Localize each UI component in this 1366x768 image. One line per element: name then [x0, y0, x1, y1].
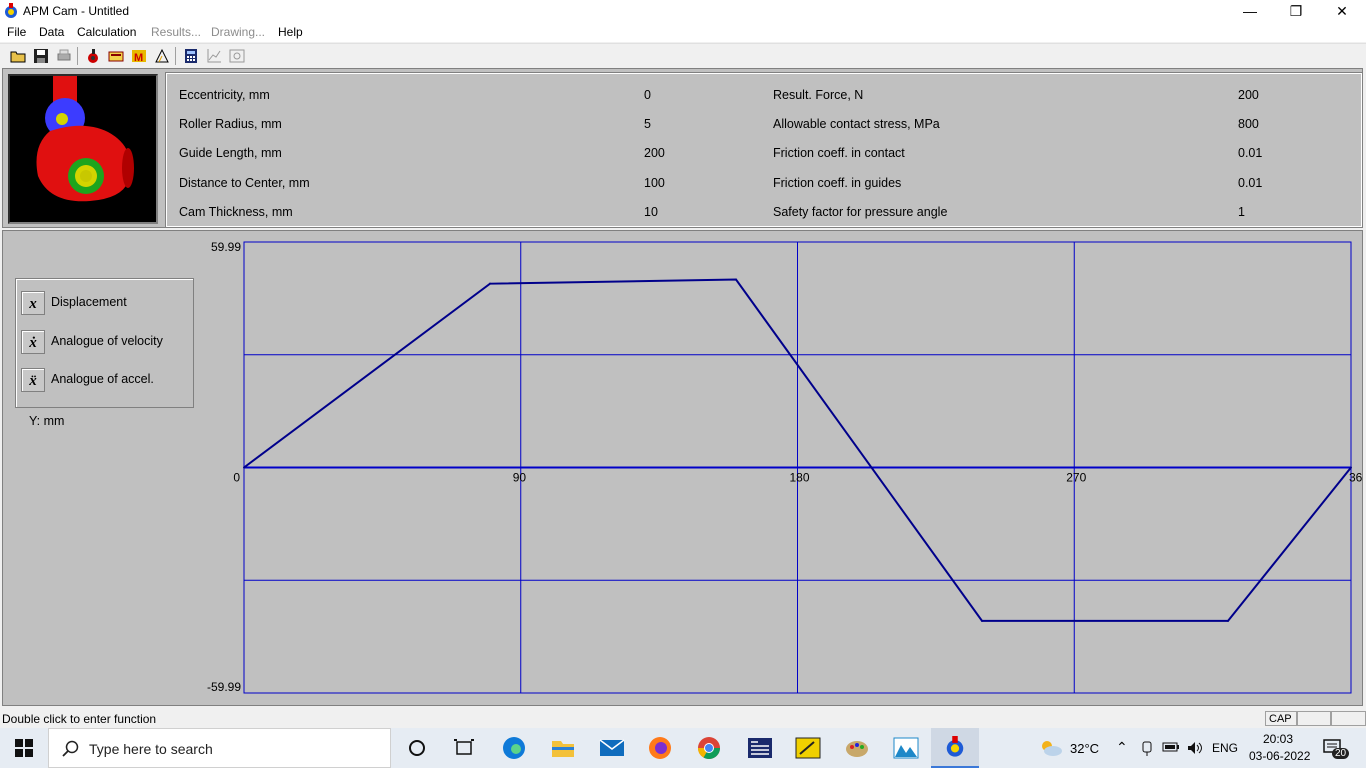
status-bar: Double click to enter function CAP [0, 709, 1366, 728]
minimize-button[interactable]: — [1227, 0, 1273, 22]
graph-panel: x Displacement ẋ Analogue of velocity ẍ … [2, 230, 1363, 706]
param-value[interactable]: 0.01 [1238, 146, 1262, 160]
menu-data[interactable]: Data [39, 25, 64, 39]
status-indicator-empty [1331, 711, 1366, 726]
network-icon[interactable] [1140, 740, 1154, 756]
param-value[interactable]: 10 [644, 205, 658, 219]
graph-icon[interactable] [206, 48, 222, 64]
menu-drawing[interactable]: Drawing... [211, 25, 265, 39]
data-point [489, 282, 491, 285]
param-label: Eccentricity, mm [179, 88, 270, 102]
data-point [1227, 619, 1229, 622]
notification-count-badge: 20 [1332, 748, 1350, 759]
weather-icon[interactable] [1038, 737, 1064, 759]
search-icon [62, 740, 79, 757]
close-button[interactable]: ✕ [1319, 0, 1365, 22]
calculator-app-icon[interactable] [740, 732, 780, 764]
x-tick-label: 90 [513, 471, 527, 485]
param-value[interactable]: 5 [644, 117, 651, 131]
param-value[interactable]: 200 [1238, 88, 1259, 102]
menu-file[interactable]: File [7, 25, 26, 39]
cam-type-icon[interactable] [85, 48, 101, 64]
cam-mechanism-image [36, 76, 134, 202]
param-label: Friction coeff. in contact [773, 146, 905, 160]
mountain-app-icon[interactable] [886, 732, 926, 764]
apm-cam-taskbar-icon [946, 736, 964, 757]
x-tick-label: 270 [1066, 471, 1086, 485]
status-text: Double click to enter function [2, 712, 157, 726]
data-point [243, 466, 245, 469]
param-value[interactable]: 0.01 [1238, 176, 1262, 190]
task-view-icon[interactable] [444, 732, 484, 764]
paint-icon[interactable] [837, 732, 877, 764]
menu-results[interactable]: Results... [151, 25, 201, 39]
taskbar-search-box[interactable]: Type here to search [48, 728, 391, 768]
y-tick-label-min: -59.99 [207, 680, 241, 694]
parameters-panel: Eccentricity, mm 0 Result. Force, N 200 … [2, 68, 1363, 228]
param-value[interactable]: 100 [644, 176, 665, 190]
maximize-button[interactable]: ❐ [1273, 0, 1319, 22]
cortana-icon[interactable] [397, 732, 437, 764]
menu-help[interactable]: Help [278, 25, 303, 39]
param-label: Distance to Center, mm [179, 176, 310, 190]
status-indicator-empty [1297, 711, 1331, 726]
windows-taskbar: Type here to search 32°C ⌃ ENG 20:03 03-… [0, 728, 1366, 768]
x-tick-label: 0 [233, 471, 240, 485]
menu-bar: File Data Calculation Results... Drawing… [0, 22, 1366, 42]
param-label: Cam Thickness, mm [179, 205, 293, 219]
title-bar: APM Cam - Untitled — ❐ ✕ [0, 0, 1366, 22]
volume-icon[interactable] [1186, 740, 1204, 756]
param-label: Result. Force, N [773, 88, 864, 102]
param-label: Safety factor for pressure angle [773, 205, 948, 219]
param-label: Guide Length, mm [179, 146, 282, 160]
menu-calculation[interactable]: Calculation [77, 25, 136, 39]
x-tick-label: 360 [1349, 471, 1362, 485]
data-point [1350, 466, 1352, 469]
windows-start-icon[interactable] [15, 739, 33, 757]
weather-temp[interactable]: 32°C [1070, 741, 1099, 756]
battery-icon[interactable] [1162, 741, 1180, 753]
show-hidden-icons-chevron-up-icon[interactable]: ⌃ [1116, 739, 1128, 756]
search-placeholder: Type here to search [89, 741, 213, 757]
displacement-chart[interactable]: 0 90 180 270 360 59.99 -59.99 [3, 231, 1362, 705]
geometry-icon[interactable] [154, 48, 170, 64]
param-value[interactable]: 1 [1238, 205, 1245, 219]
edge-icon[interactable] [494, 732, 534, 764]
data-point [735, 278, 737, 281]
open-icon[interactable] [10, 48, 26, 64]
save-icon[interactable] [33, 48, 49, 64]
window-title: APM Cam - Untitled [23, 4, 130, 18]
language-indicator[interactable]: ENG [1212, 741, 1238, 755]
clock-date[interactable]: 03-06-2022 [1249, 749, 1310, 763]
y-tick-label-max: 59.99 [211, 240, 241, 254]
data-point [981, 619, 983, 622]
cam-3d-preview[interactable] [8, 74, 158, 224]
mail-icon[interactable] [592, 732, 632, 764]
svg-text:M: M [134, 52, 143, 64]
apm-cam-app-icon [5, 3, 17, 18]
param-value[interactable]: 800 [1238, 117, 1259, 131]
param-value[interactable]: 200 [644, 146, 665, 160]
toolbar: M [0, 43, 1366, 68]
toolbar-separator [77, 47, 78, 65]
apm-cam-taskbar-item[interactable] [931, 728, 979, 768]
param-label: Friction coeff. in guides [773, 176, 902, 190]
toolbar-separator [175, 47, 176, 65]
sketch-app-icon[interactable] [788, 732, 828, 764]
param-label: Roller Radius, mm [179, 117, 282, 131]
firefox-icon[interactable] [640, 732, 680, 764]
param-label: Allowable contact stress, MPa [773, 117, 940, 131]
table-icon[interactable] [183, 48, 199, 64]
caps-lock-indicator: CAP [1265, 711, 1297, 726]
clock-time[interactable]: 20:03 [1263, 732, 1293, 746]
print-icon[interactable] [56, 48, 72, 64]
material-icon[interactable]: M [131, 48, 147, 64]
file-explorer-icon[interactable] [543, 732, 583, 764]
parameters-table: Eccentricity, mm 0 Result. Force, N 200 … [165, 72, 1363, 228]
chrome-icon[interactable] [689, 732, 729, 764]
calc-icon[interactable] [108, 48, 124, 64]
param-value[interactable]: 0 [644, 88, 651, 102]
x-tick-label: 180 [790, 471, 810, 485]
drawing-icon[interactable] [229, 48, 245, 64]
